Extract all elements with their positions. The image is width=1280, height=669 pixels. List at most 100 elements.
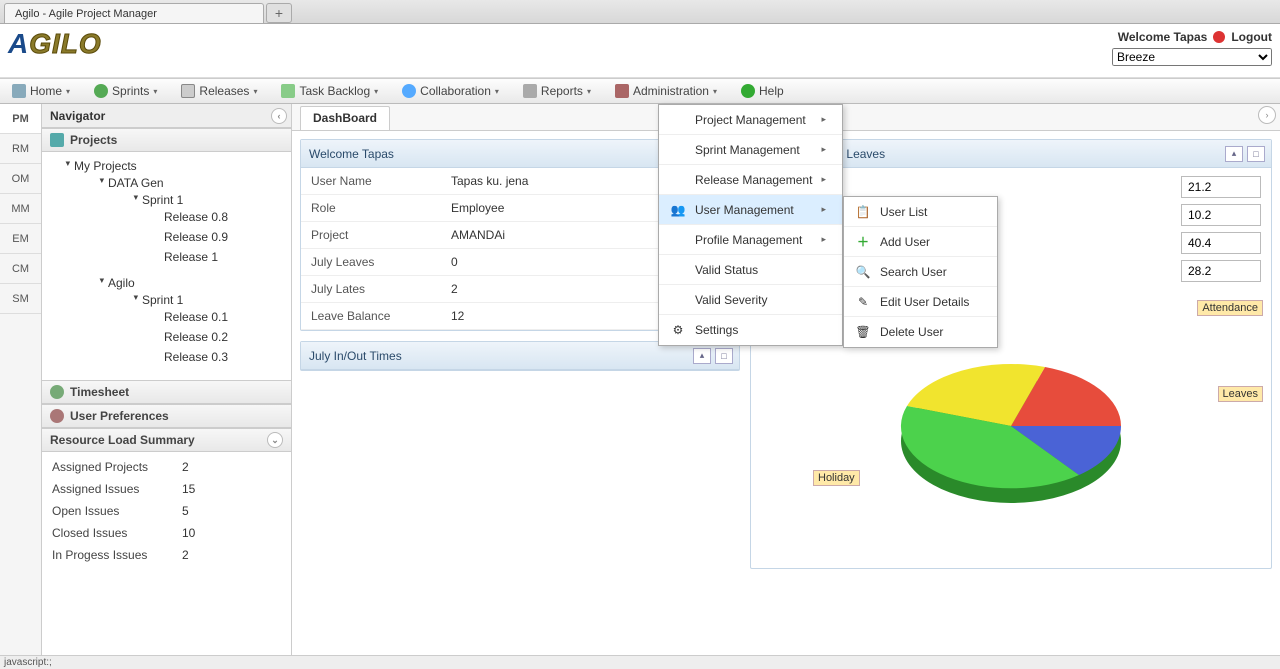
tree-release-1[interactable]: Release 1 [144, 247, 291, 267]
acc-timesheet[interactable]: Timesheet [42, 380, 291, 404]
search-icon: 🔍 [854, 263, 872, 281]
tree-release-01[interactable]: Release 0.1 [144, 307, 291, 327]
dd-delete-user[interactable]: 🗑Delete User [844, 317, 997, 347]
rail-cm[interactable]: CM [0, 254, 41, 284]
rail-om[interactable]: OM [0, 164, 41, 194]
status-bar: javascript:; [0, 655, 1280, 669]
reports-icon [523, 84, 537, 98]
app-header: AGILO Welcome Tapas Logout Breeze [0, 24, 1280, 78]
dd-edit-user[interactable]: ✎Edit User Details [844, 287, 997, 317]
projects-icon [50, 133, 64, 147]
rail-pm[interactable]: PM [0, 104, 41, 134]
timesheet-icon [50, 385, 64, 399]
collapse-navigator-button[interactable]: ‹ [271, 108, 287, 124]
list-icon: 📋 [854, 203, 872, 221]
gear-icon: ⚙ [669, 321, 687, 339]
chevron-down-icon: ▾ [153, 87, 157, 96]
menu-sprints[interactable]: Sprints▾ [88, 82, 163, 100]
theme-select[interactable]: Breeze [1112, 48, 1272, 66]
admin-dropdown: Project Management▸ Sprint Management▸ R… [658, 104, 843, 346]
menu-help[interactable]: Help [735, 82, 790, 100]
chevron-down-icon: ▾ [253, 87, 257, 96]
dd-valid-severity[interactable]: Valid Severity [659, 285, 842, 315]
tree-release-08[interactable]: Release 0.8 [144, 207, 291, 227]
tab-dashboard[interactable]: DashBoard [300, 106, 390, 130]
dd-user-list[interactable]: 📋User List [844, 197, 997, 227]
tree-sprint1-a[interactable]: Sprint 1 Release 0.8 Release 0.9 Release… [110, 190, 291, 270]
tree-agilo[interactable]: Agilo Sprint 1 Release 0.1 Release 0.2 R… [76, 273, 291, 373]
chevron-down-icon: ▾ [713, 87, 717, 96]
rail-sm[interactable]: SM [0, 284, 41, 314]
panel-collapse-button[interactable]: ▴ [693, 348, 711, 364]
chevron-right-icon: ▸ [821, 204, 826, 215]
chevron-down-icon: ▾ [495, 87, 499, 96]
resource-load-summary: Assigned Projects2 Assigned Issues15 Ope… [42, 452, 291, 570]
tree-release-02[interactable]: Release 0.2 [144, 327, 291, 347]
browser-tab-title: Agilo - Agile Project Manager [15, 8, 157, 20]
menu-home[interactable]: Home▾ [6, 82, 76, 100]
browser-tab[interactable]: Agilo - Agile Project Manager [4, 3, 264, 23]
rls-toggle-icon[interactable]: ⌄ [267, 432, 283, 448]
rail-rm[interactable]: RM [0, 134, 41, 164]
dd-release-management[interactable]: Release Management▸ [659, 165, 842, 195]
chevron-right-icon: ▸ [821, 114, 826, 125]
rail-em[interactable]: EM [0, 224, 41, 254]
att-input-2[interactable] [1181, 204, 1261, 226]
att-input-4[interactable] [1181, 260, 1261, 282]
tree-my-projects[interactable]: My Projects DATA Gen Sprint 1 Release 0.… [42, 156, 291, 376]
welcome-text: Welcome Tapas [1118, 30, 1208, 44]
help-icon [741, 84, 755, 98]
panel-maximize-button[interactable]: □ [715, 348, 733, 364]
dd-search-user[interactable]: 🔍Search User [844, 257, 997, 287]
acc-user-prefs[interactable]: User Preferences [42, 404, 291, 428]
rls-row: In Progess Issues2 [42, 544, 291, 566]
dd-profile-management[interactable]: Profile Management▸ [659, 225, 842, 255]
rls-row: Open Issues5 [42, 500, 291, 522]
chevron-right-icon: ▸ [821, 174, 826, 185]
dd-sprint-management[interactable]: Sprint Management▸ [659, 135, 842, 165]
dd-user-management[interactable]: 👥User Management▸ [659, 195, 842, 225]
dd-settings[interactable]: ⚙Settings [659, 315, 842, 345]
sprints-icon [94, 84, 108, 98]
chevron-down-icon: ▾ [66, 87, 70, 96]
menubar: Home▾ Sprints▾ Releases▾ Task Backlog▾ C… [0, 78, 1280, 104]
tree-sprint1-b[interactable]: Sprint 1 Release 0.1 Release 0.2 Release… [110, 290, 291, 370]
chevron-down-icon: ▾ [374, 87, 378, 96]
tree-data-gen[interactable]: DATA Gen Sprint 1 Release 0.8 Release 0.… [76, 173, 291, 273]
pie-label-leaves: Leaves [1218, 386, 1263, 402]
chevron-down-icon: ▾ [587, 87, 591, 96]
dd-valid-status[interactable]: Valid Status [659, 255, 842, 285]
logout-link[interactable]: Logout [1231, 30, 1272, 44]
user-prefs-icon [50, 409, 64, 423]
logo: AGILO [8, 28, 102, 60]
att-input-1[interactable] [1181, 176, 1261, 198]
user-mgmt-submenu: 📋User List ＋Add User 🔍Search User ✎Edit … [843, 196, 998, 348]
att-input-3[interactable] [1181, 232, 1261, 254]
chevron-right-icon: ▸ [821, 234, 826, 245]
rls-row: Assigned Projects2 [42, 456, 291, 478]
dd-add-user[interactable]: ＋Add User [844, 227, 997, 257]
rail-mm[interactable]: MM [0, 194, 41, 224]
menu-reports[interactable]: Reports▾ [517, 82, 597, 100]
menu-administration[interactable]: Administration▾ [609, 82, 723, 100]
acc-resource-load[interactable]: Resource Load Summary ⌄ [42, 428, 291, 452]
new-tab-button[interactable]: + [266, 3, 292, 23]
dd-project-management[interactable]: Project Management▸ [659, 105, 842, 135]
expand-right-button[interactable]: › [1258, 106, 1276, 124]
navigator-header: Navigator ‹ [42, 104, 291, 128]
tree-release-03[interactable]: Release 0.3 [144, 347, 291, 367]
trash-icon: 🗑 [854, 323, 872, 341]
plus-icon: ＋ [854, 233, 872, 251]
pie-label-attendance: Attendance [1197, 300, 1263, 316]
acc-projects[interactable]: Projects [42, 128, 291, 152]
home-icon [12, 84, 26, 98]
menu-collaboration[interactable]: Collaboration▾ [396, 82, 505, 100]
users-icon: 👥 [669, 201, 687, 219]
project-tree: My Projects DATA Gen Sprint 1 Release 0.… [42, 152, 291, 380]
menu-task-backlog[interactable]: Task Backlog▾ [275, 82, 384, 100]
menu-releases[interactable]: Releases▾ [175, 82, 263, 100]
tree-release-09[interactable]: Release 0.9 [144, 227, 291, 247]
navigator-panel: Navigator ‹ Projects My Projects DATA Ge… [42, 104, 292, 655]
panel-collapse-button[interactable]: ▴ [1225, 146, 1243, 162]
panel-maximize-button[interactable]: □ [1247, 146, 1265, 162]
